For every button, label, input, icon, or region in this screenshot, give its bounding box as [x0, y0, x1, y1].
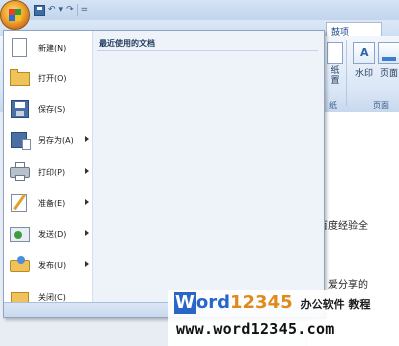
menu-item-label: 准备(E) [38, 198, 66, 208]
office-menu-commands: 新建(N) 打开(O) 保存(S) 另存为(A) 打印(P) 准备(E) 发送(… [4, 31, 93, 305]
paper-settings-label: 纸置 [330, 66, 340, 86]
menu-item-prepare[interactable]: 准备(E) [4, 188, 92, 218]
menu-item-label: 关闭(C) [38, 292, 66, 302]
submenu-arrow-icon [85, 199, 89, 205]
watermark-label: 水印 [354, 69, 373, 79]
recent-documents-divider [97, 50, 318, 51]
site-watermark: Word 12345 办公软件 教程 www.word12345.com [168, 290, 399, 346]
watermark-brand-number: 12345 [230, 292, 293, 313]
menu-item-save-as[interactable]: 另存为(A) [4, 125, 92, 155]
menu-item-label: 发送(D) [38, 229, 67, 239]
paper-settings-icon [327, 42, 343, 64]
group-label-page-background: 页面 [373, 101, 389, 110]
quick-save-icon[interactable] [34, 4, 45, 16]
office-menu: 新建(N) 打开(O) 保存(S) 另存为(A) 打印(P) 准备(E) 发送(… [3, 30, 325, 318]
office-button[interactable] [0, 0, 30, 30]
open-folder-icon [9, 67, 31, 89]
watermark-button[interactable]: 水印 [351, 42, 377, 79]
send-icon [9, 223, 31, 245]
undo-dropdown-icon[interactable]: ▾ [59, 3, 64, 17]
printer-icon [9, 161, 31, 183]
new-document-icon [9, 37, 31, 59]
submenu-arrow-icon [85, 230, 89, 236]
submenu-arrow-icon [85, 168, 89, 174]
menu-item-label: 保存(S) [38, 104, 66, 114]
page-color-button[interactable]: 页面 [378, 42, 399, 79]
menu-item-open[interactable]: 打开(O) [4, 63, 92, 93]
menu-item-new[interactable]: 新建(N) [4, 33, 92, 63]
menu-item-label: 新建(N) [38, 43, 67, 53]
menu-item-send[interactable]: 发送(D) [4, 219, 92, 249]
menu-item-label: 发布(U) [38, 260, 67, 270]
tab-page-layout[interactable]: 鼓项 [326, 22, 382, 38]
save-as-icon [9, 129, 31, 151]
watermark-url: www.word12345.com [176, 320, 335, 338]
prepare-icon [9, 192, 31, 214]
menu-item-publish[interactable]: 发布(U) [4, 250, 92, 280]
watermark-tagline: 办公软件 教程 [300, 298, 371, 311]
menu-item-print[interactable]: 打印(P) [4, 157, 92, 187]
publish-icon [9, 254, 31, 276]
office-logo-icon [9, 9, 21, 21]
customize-toolbar-icon[interactable]: = [81, 3, 89, 17]
save-icon [9, 98, 31, 120]
document-text-line: 、爱分享的 [318, 280, 368, 291]
ribbon-group-separator [346, 40, 347, 106]
page-color-label: 页面 [379, 69, 398, 79]
recent-documents-panel: 最近使用的文档 [93, 31, 324, 305]
watermark-brand-w: W [174, 292, 196, 314]
menu-item-label: 另存为(A) [38, 135, 74, 145]
document-text-line: 百度经验全 [318, 221, 368, 232]
watermark-brand-ord: ord [195, 292, 230, 313]
submenu-arrow-icon [85, 136, 89, 142]
toolbar-separator [76, 4, 78, 16]
watermark-brand: Word 12345 办公软件 教程 [174, 292, 370, 314]
title-bar: ↶ ▾ ↷ = [0, 0, 399, 21]
watermark-icon [353, 42, 375, 64]
redo-icon[interactable]: ↷ [66, 3, 74, 17]
recent-documents-title: 最近使用的文档 [99, 39, 155, 48]
menu-item-save[interactable]: 保存(S) [4, 94, 92, 124]
paper-settings-button[interactable]: 纸置 [326, 42, 344, 86]
quick-access-toolbar: ↶ ▾ ↷ = [34, 3, 88, 17]
undo-icon[interactable]: ↶ [48, 3, 56, 17]
group-label-paper: 纸 [329, 101, 337, 110]
menu-item-label: 打开(O) [38, 73, 67, 83]
menu-item-label: 打印(P) [38, 167, 66, 177]
submenu-arrow-icon [85, 261, 89, 267]
page-color-icon [378, 42, 399, 64]
